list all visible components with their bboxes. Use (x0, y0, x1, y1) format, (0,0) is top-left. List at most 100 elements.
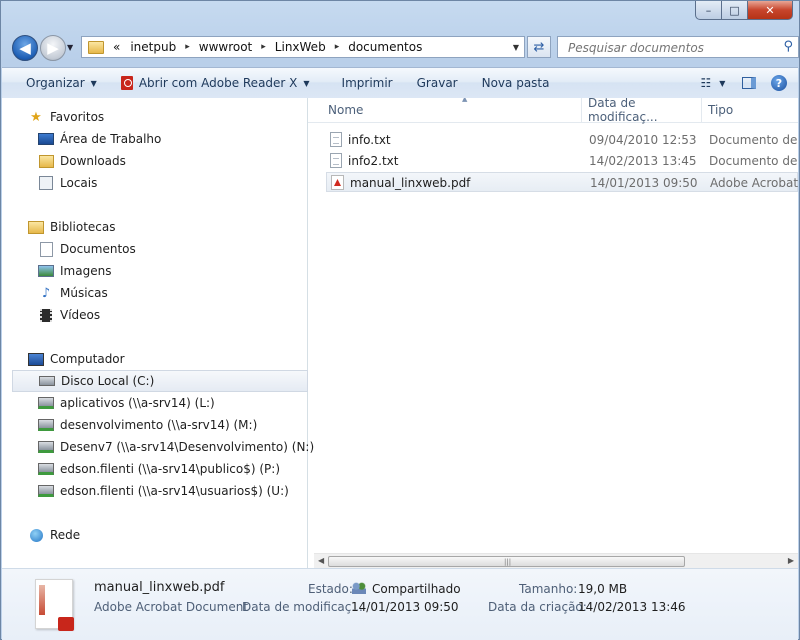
view-list-icon: ☷ (700, 76, 712, 90)
file-name: info2.txt (348, 153, 399, 168)
nav-item-drive-p[interactable]: edson.filenti (\\a-srv14\publico$) (P:) (38, 458, 280, 480)
nav-item-pictures[interactable]: Imagens (38, 260, 111, 282)
chevron-down-icon: ▼ (90, 78, 97, 88)
network-drive-icon (38, 483, 54, 499)
breadcrumb-documentos[interactable]: documentos (343, 40, 427, 54)
file-date: 09/04/2010 12:53 (589, 133, 697, 147)
nav-item-label: Vídeos (60, 308, 101, 322)
print-button[interactable]: Imprimir (322, 68, 405, 98)
help-icon: ? (771, 75, 787, 91)
nav-item-label: aplicativos (\\a-srv14) (L:) (60, 396, 215, 410)
search-input[interactable] (566, 38, 780, 58)
nav-item-desktop[interactable]: Área de Trabalho (38, 128, 161, 150)
file-name-cell: manual_linxweb.pdf (331, 175, 470, 190)
adobe-reader-icon (120, 76, 133, 90)
file-date: 14/01/2013 09:50 (590, 176, 698, 190)
pdf-file-icon (331, 175, 344, 190)
column-header-date[interactable]: Data de modificaç... (582, 98, 702, 124)
nav-item-label: edson.filenti (\\a-srv14\usuarios$) (U:) (60, 484, 289, 498)
nav-item-drive-l[interactable]: aplicativos (\\a-srv14) (L:) (38, 392, 215, 414)
column-header-row: Nome ▲ Data de modificaç... Tipo (308, 98, 798, 124)
nav-item-documents[interactable]: Documentos (38, 238, 136, 260)
open-with-label: Abrir com Adobe Reader X (138, 76, 298, 90)
scrollbar-thumb[interactable]: ||| (328, 556, 685, 567)
music-icon: ♪ (41, 285, 51, 301)
details-size-value: 19,0 MB (578, 582, 628, 596)
file-type: Adobe Acrobat D (710, 176, 798, 190)
new-folder-button[interactable]: Nova pasta (470, 68, 562, 98)
nav-item-downloads[interactable]: Downloads (38, 150, 126, 172)
file-name: manual_linxweb.pdf (350, 175, 471, 190)
close-button[interactable]: ✕ (748, 1, 793, 20)
breadcrumb-inetpub[interactable]: inetpub (125, 40, 181, 54)
nav-network-label: Rede (50, 528, 81, 542)
breadcrumb-overflow[interactable]: « (108, 40, 125, 54)
organize-button[interactable]: Organizar ▼ (2, 68, 109, 98)
nav-item-drive-c[interactable]: Disco Local (C:) (12, 370, 308, 392)
network-drive-icon (38, 395, 54, 411)
scroll-left-icon[interactable]: ◀ (318, 556, 324, 565)
refresh-button[interactable]: ⇄ (527, 36, 551, 58)
back-button[interactable]: ◀ (12, 35, 38, 61)
nav-item-label: Músicas (60, 286, 108, 300)
column-header-type[interactable]: Tipo (702, 98, 798, 122)
refresh-icon: ⇄ (533, 39, 545, 55)
address-bar[interactable]: « inetpub ▸ wwwroot ▸ LinxWeb ▸ document… (81, 36, 525, 58)
nav-libraries-label: Bibliotecas (50, 220, 116, 234)
navigation-bar: ◀ ▶ ▼ « inetpub ▸ wwwroot ▸ LinxWeb ▸ do… (9, 31, 799, 65)
nav-libraries[interactable]: Bibliotecas (28, 216, 115, 238)
star-icon: ★ (30, 109, 42, 125)
nav-network[interactable]: Rede (28, 524, 80, 546)
recent-pages-dropdown[interactable]: ▼ (67, 43, 73, 52)
nav-item-label: edson.filenti (\\a-srv14\publico$) (P:) (60, 462, 281, 476)
scroll-right-icon[interactable]: ▶ (788, 556, 794, 565)
file-row[interactable]: info2.txt 14/02/2013 13:45 Documento de … (326, 151, 798, 171)
column-header-date-label: Data de modificaç... (588, 98, 658, 124)
burn-button[interactable]: Gravar (405, 68, 470, 98)
nav-item-videos[interactable]: Vídeos (38, 304, 100, 326)
breadcrumb-separator-icon[interactable]: ▸ (257, 42, 270, 52)
column-header-name[interactable]: Nome ▲ (322, 98, 582, 122)
pdf-thumbnail (35, 579, 74, 631)
nav-computer[interactable]: Computador (28, 348, 125, 370)
nav-item-drive-n[interactable]: Desenv7 (\\a-srv14\Desenvolvimento) (N:) (38, 436, 314, 458)
maximize-button[interactable]: □ (722, 1, 748, 20)
file-name: info.txt (348, 132, 391, 147)
documents-icon (38, 241, 54, 257)
shared-users-icon (352, 582, 366, 594)
nav-item-label: Locais (60, 176, 98, 190)
nav-item-drive-m[interactable]: desenvolvimento (\\a-srv14) (M:) (38, 414, 257, 436)
text-file-icon (330, 153, 342, 168)
details-modified-value: 14/01/2013 09:50 (351, 600, 459, 614)
details-state-label: Estado: (308, 582, 353, 596)
file-row-selected[interactable]: manual_linxweb.pdf 14/01/2013 09:50 Adob… (326, 172, 798, 192)
open-with-button[interactable]: Abrir com Adobe Reader X ▼ (109, 68, 322, 98)
nav-item-label: Documentos (60, 242, 136, 256)
nav-favorites[interactable]: ★ Favoritos (28, 106, 104, 128)
file-list-pane: Nome ▲ Data de modificaç... Tipo info.tx… (308, 98, 798, 568)
nav-item-music[interactable]: ♪ Músicas (38, 282, 108, 304)
nav-item-drive-u[interactable]: edson.filenti (\\a-srv14\usuarios$) (U:) (38, 480, 289, 502)
breadcrumb-linxweb[interactable]: LinxWeb (270, 40, 331, 54)
file-row[interactable]: info.txt 09/04/2010 12:53 Documento de T (326, 130, 798, 150)
nav-item-recent-places[interactable]: Locais (38, 172, 97, 194)
help-button[interactable]: ? (766, 72, 792, 94)
recent-places-icon (38, 175, 54, 191)
breadcrumb-separator-icon[interactable]: ▸ (331, 42, 344, 52)
desktop-icon (38, 131, 54, 147)
preview-pane-button[interactable] (736, 72, 762, 94)
minimize-button[interactable]: – (695, 1, 722, 20)
horizontal-scrollbar[interactable]: ◀ ||| ▶ (314, 553, 798, 568)
nav-item-label: Downloads (60, 154, 126, 168)
view-options-button[interactable]: ☷ ▼ (700, 72, 726, 94)
breadcrumb-separator-icon[interactable]: ▸ (181, 42, 194, 52)
nav-item-label: Imagens (60, 264, 112, 278)
search-icon[interactable]: ⚲ (783, 39, 793, 54)
forward-button[interactable]: ▶ (40, 35, 66, 61)
address-dropdown-icon[interactable]: ▼ (508, 43, 524, 52)
breadcrumb-wwwroot[interactable]: wwwroot (194, 40, 258, 54)
arrow-right-icon: ▶ (47, 39, 59, 57)
nav-item-label: Disco Local (C:) (61, 374, 155, 388)
file-date: 14/02/2013 13:45 (589, 154, 697, 168)
preview-pane-icon (742, 77, 756, 89)
